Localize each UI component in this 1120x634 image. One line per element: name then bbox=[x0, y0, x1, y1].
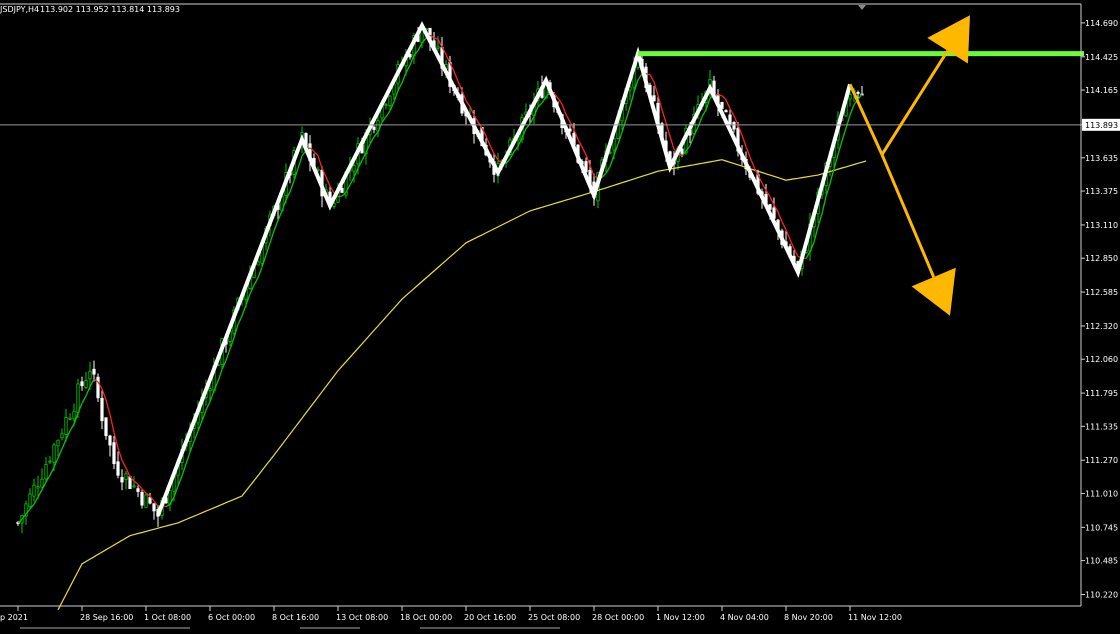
candle-body bbox=[117, 462, 119, 475]
candle-body bbox=[209, 389, 211, 391]
price-tick-label: 111.535 bbox=[1085, 422, 1118, 431]
time-tick-label: 25 Oct 08:00 bbox=[528, 613, 580, 622]
candle-body bbox=[145, 495, 147, 507]
candle-body bbox=[257, 262, 259, 265]
time-tick-label: 20 Oct 16:00 bbox=[464, 613, 516, 622]
time-tick-label: 6 Oct 00:00 bbox=[208, 613, 255, 622]
candle-body bbox=[137, 489, 139, 492]
chart-background bbox=[0, 0, 1120, 630]
candle-body bbox=[353, 166, 355, 172]
time-tick-label: 8 Oct 16:00 bbox=[272, 613, 319, 622]
price-tick-label: 110.485 bbox=[1085, 557, 1118, 566]
price-tick-label: 112.850 bbox=[1085, 254, 1118, 263]
candle-body bbox=[733, 122, 735, 129]
candle-body bbox=[725, 111, 727, 112]
time-tick-label: 18 Oct 00:00 bbox=[400, 613, 452, 622]
candle-body bbox=[437, 47, 439, 48]
candle-body bbox=[653, 96, 655, 101]
candle-body bbox=[49, 461, 51, 462]
candle-body bbox=[149, 498, 151, 504]
price-tick-label: 113.110 bbox=[1085, 221, 1118, 230]
price-tick-label: 112.060 bbox=[1085, 355, 1118, 364]
candle-body bbox=[89, 372, 91, 379]
candle-body bbox=[121, 477, 123, 482]
candle-body bbox=[373, 127, 375, 129]
price-tick-label: 111.795 bbox=[1085, 389, 1118, 398]
candle-body bbox=[77, 384, 79, 412]
candle-body bbox=[97, 377, 99, 398]
candle-body bbox=[61, 434, 63, 438]
chart-header-symbol: JSDJPY,H4 bbox=[0, 5, 39, 14]
candle-body bbox=[53, 445, 55, 462]
candle-body bbox=[101, 398, 103, 420]
candle-body bbox=[85, 380, 87, 387]
price-tick-label: 114.690 bbox=[1085, 19, 1118, 28]
time-tick-label: 1 Nov 12:00 bbox=[656, 613, 705, 622]
candle-body bbox=[73, 411, 75, 419]
candle-body bbox=[109, 436, 111, 445]
price-tick-label: 112.320 bbox=[1085, 322, 1118, 331]
candle-body bbox=[37, 487, 39, 488]
candle-body bbox=[141, 492, 143, 505]
price-tick-label: 113.893 bbox=[1085, 121, 1118, 130]
time-tick-label: 11 Nov 12:00 bbox=[848, 613, 902, 622]
candle-body bbox=[729, 115, 731, 124]
candle-body bbox=[153, 504, 155, 511]
candle-body bbox=[569, 129, 571, 131]
candle-body bbox=[93, 369, 95, 374]
time-tick-label: 8 Nov 20:00 bbox=[784, 613, 833, 622]
candle-body bbox=[125, 474, 127, 480]
chart-window[interactable]: 114.690 114.425 114.165 113.893 113.635 113.3… bbox=[0, 0, 1120, 630]
price-tick-label: 113.375 bbox=[1085, 187, 1118, 196]
candle-body bbox=[385, 105, 387, 106]
candle-body bbox=[389, 96, 391, 106]
time-tick-label: 28 Oct 00:00 bbox=[592, 613, 644, 622]
price-tick-label: 114.165 bbox=[1085, 86, 1118, 95]
chart-canvas[interactable]: 114.690 114.425 114.165 113.893 113.635 113.3… bbox=[0, 0, 1120, 630]
price-tick-label: 111.270 bbox=[1085, 456, 1118, 465]
price-tick-label: 110.745 bbox=[1085, 523, 1118, 532]
candle-body bbox=[33, 485, 35, 496]
price-tick-label: 114.425 bbox=[1085, 53, 1118, 62]
price-tick-label: 111.010 bbox=[1085, 489, 1118, 498]
chart-header-ohlc: 113.902 113.952 113.814 113.893 bbox=[40, 5, 180, 14]
price-tick-label: 112.585 bbox=[1085, 288, 1118, 297]
fast-ma-segment bbox=[338, 196, 342, 197]
candle-body bbox=[41, 479, 43, 487]
price-tick-label: 110.220 bbox=[1085, 590, 1118, 599]
candle-body bbox=[105, 418, 107, 436]
time-tick-label: 28 Sep 16:00 bbox=[80, 613, 133, 622]
time-tick-label: 13 Oct 08:00 bbox=[336, 613, 388, 622]
candle-body bbox=[45, 465, 47, 479]
candle-body bbox=[81, 382, 83, 386]
candle-body bbox=[65, 418, 67, 435]
candle-body bbox=[849, 94, 851, 99]
candle-body bbox=[57, 440, 59, 446]
candle-body bbox=[113, 443, 115, 464]
candle-body bbox=[133, 486, 135, 487]
candle-body bbox=[341, 188, 343, 192]
candle-body bbox=[29, 494, 31, 507]
time-tick-label: 1 Oct 08:00 bbox=[144, 613, 191, 622]
candle-body bbox=[69, 418, 71, 419]
candle-body bbox=[613, 139, 615, 150]
time-tick-label: p 2021 bbox=[0, 613, 28, 622]
time-tick-label: 4 Nov 04:00 bbox=[720, 613, 769, 622]
price-tick-label: 113.635 bbox=[1085, 154, 1118, 163]
candle-body bbox=[857, 92, 859, 93]
